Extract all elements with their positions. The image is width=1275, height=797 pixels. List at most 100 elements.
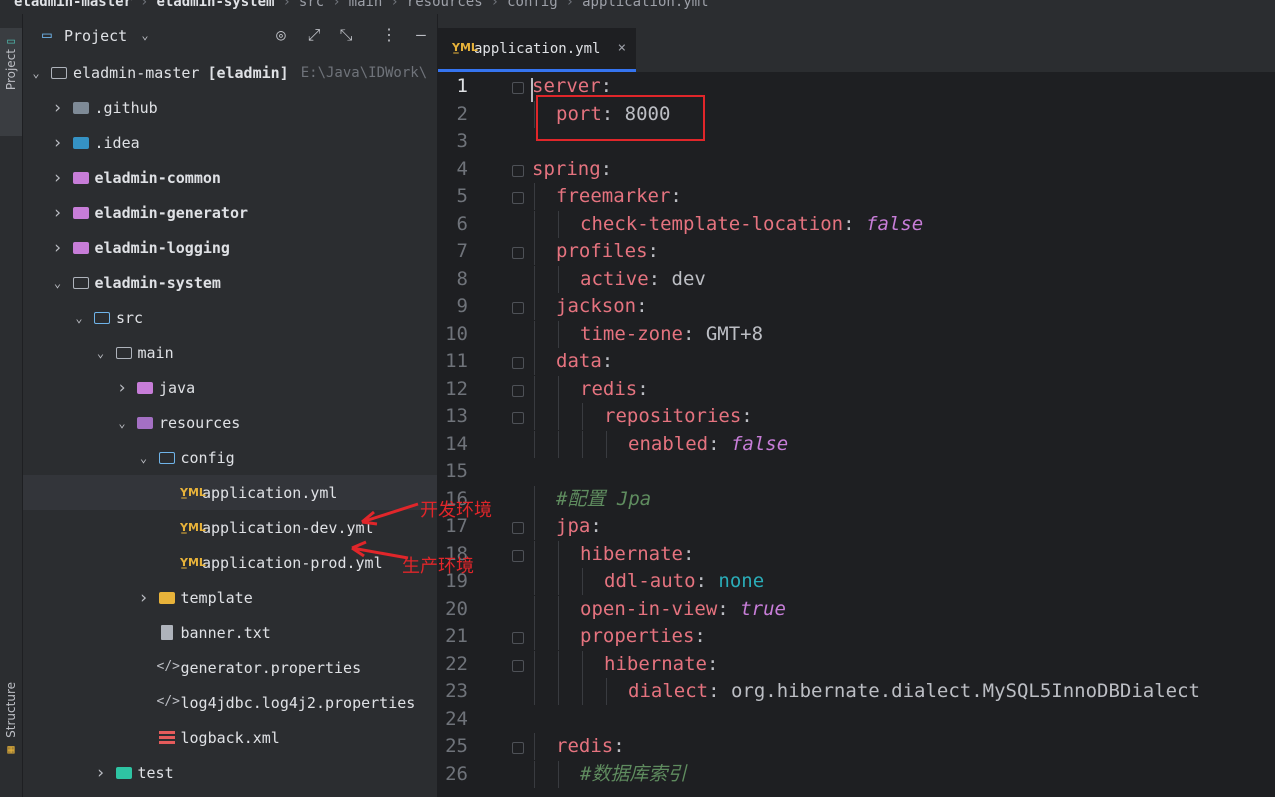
tree-item[interactable]: ⌄ resources [23, 405, 437, 440]
breadcrumb-item[interactable]: eladmin-system [156, 0, 274, 10]
tree-item[interactable]: › eladmin-generator [23, 195, 437, 230]
tree-item[interactable]: Y̲ML application-dev.yml [23, 510, 437, 545]
indent-guide [534, 403, 535, 430]
locate-file-icon[interactable]: ◎ [271, 25, 291, 45]
breadcrumb-item[interactable]: eladmin-master [14, 0, 132, 10]
text-caret [531, 78, 533, 102]
yaml-entry: data: [556, 348, 613, 375]
project-panel-title[interactable]: Project [64, 27, 127, 45]
fold-marker-icon[interactable] [512, 247, 524, 259]
project-name-label: [eladmin] [207, 63, 289, 82]
chevron-right-icon[interactable]: › [137, 588, 151, 608]
breadcrumb-separator-icon: › [390, 0, 399, 10]
fold-marker-icon[interactable] [512, 632, 524, 644]
fold-marker-icon[interactable] [512, 549, 524, 562]
fold-marker-icon[interactable] [512, 82, 524, 94]
editor-tab-application-yml[interactable]: Y̲ML application.yml × [438, 28, 636, 72]
xml-file-icon [158, 730, 177, 745]
hide-panel-icon[interactable]: — [411, 25, 431, 45]
tree-item[interactable]: banner.txt [23, 615, 437, 650]
chevron-down-icon[interactable]: ⌄ [29, 66, 43, 80]
fold-marker-icon[interactable] [512, 659, 524, 672]
tree-item[interactable]: › .idea [23, 125, 437, 160]
tree-item[interactable]: › .github [23, 90, 437, 125]
tree-item[interactable]: </> generator.properties [23, 650, 437, 685]
line-number: 7 [456, 240, 468, 262]
chevron-right-icon[interactable]: › [51, 98, 65, 118]
tree-item[interactable]: </> log4jdbc.log4j2.properties [23, 685, 437, 720]
code-line: 21 properties: [438, 623, 1275, 650]
chevron-right-icon[interactable]: › [94, 763, 108, 783]
yaml-colon: : [695, 570, 707, 592]
structure-tool-tab[interactable]: Structure ▦ [0, 682, 22, 782]
tree-item[interactable]: › template [23, 580, 437, 615]
indent-guide [558, 568, 559, 595]
tree-item[interactable]: logback.xml [23, 720, 437, 755]
tool-window-strip: ▭ Project Structure ▦ [0, 14, 23, 797]
tree-item-label: eladmin-system [94, 273, 221, 292]
more-options-icon[interactable]: ⋮ [379, 25, 399, 45]
line-number: 14 [445, 432, 468, 455]
fold-marker-icon[interactable] [512, 302, 524, 314]
chevron-right-icon[interactable]: › [51, 133, 65, 153]
indent-guide [534, 430, 535, 458]
chevron-down-icon[interactable]: ⌄ [115, 416, 129, 430]
indent-guide [582, 568, 583, 595]
code-line: 12 redis: [438, 375, 1275, 403]
expand-all-icon[interactable]: ⤢ [304, 25, 324, 45]
fold-marker-icon[interactable] [512, 384, 524, 397]
breadcrumb-item[interactable]: config [507, 0, 558, 10]
properties-file-icon: </> [156, 694, 180, 709]
breadcrumb-separator-icon: › [565, 0, 575, 10]
indent-guide [534, 678, 535, 705]
tree-item-label: eladmin-master [73, 63, 200, 82]
fold-marker-icon[interactable] [512, 522, 524, 534]
breadcrumb-item[interactable]: src [299, 0, 324, 10]
chevron-right-icon[interactable]: › [51, 238, 65, 258]
tree-item[interactable]: Y̲ML application-prod.yml [23, 545, 437, 580]
tree-item[interactable]: ⌄ src [23, 300, 437, 335]
yaml-colon: : [741, 405, 753, 427]
tree-item[interactable]: › java [23, 370, 437, 405]
breadcrumb-item[interactable]: main [349, 0, 383, 10]
tree-item[interactable]: › eladmin-common [23, 160, 437, 195]
breadcrumb-item[interactable]: application.yml [582, 0, 708, 10]
yaml-entry: ddl-auto: none [604, 568, 764, 595]
tree-item[interactable]: ⌄ eladmin-system [23, 265, 437, 300]
chevron-down-icon[interactable]: ⌄ [137, 451, 151, 465]
tree-item[interactable]: ⌄ config [23, 440, 437, 475]
tree-item[interactable]: ⌄ eladmin-master [eladmin] E:\Java\IDWork\ [23, 55, 437, 90]
yaml-value: true [740, 597, 786, 620]
indent-guide [606, 678, 607, 705]
chevron-down-icon[interactable]: ⌄ [135, 25, 155, 45]
code-line: 4 spring: [438, 156, 1275, 183]
fold-marker-icon[interactable] [512, 742, 524, 754]
close-icon[interactable]: × [618, 40, 626, 56]
chevron-right-icon[interactable]: › [51, 168, 65, 188]
chevron-down-icon[interactable]: ⌄ [72, 311, 86, 325]
chevron-down-icon[interactable]: ⌄ [94, 346, 108, 360]
indent-guide [534, 265, 535, 293]
tree-item-label: eladmin-logging [94, 238, 230, 257]
tree-item-label: resources [159, 413, 241, 432]
yaml-colon: : [636, 295, 648, 317]
fold-marker-icon[interactable] [512, 357, 524, 369]
source-folder-icon [94, 310, 112, 325]
breadcrumb-item[interactable]: resources [407, 0, 483, 10]
fold-marker-icon[interactable] [512, 164, 524, 177]
chevron-right-icon[interactable]: › [115, 378, 129, 398]
code-line: 17 jpa: [438, 513, 1275, 540]
chevron-down-icon[interactable]: ⌄ [51, 276, 65, 290]
tree-item[interactable]: › test [23, 755, 437, 790]
tree-item[interactable]: Y̲ML application.yml [23, 475, 437, 510]
project-tool-tab[interactable]: ▭ Project [0, 28, 22, 136]
tree-item[interactable]: ⌄ main [23, 335, 437, 370]
yaml-colon: : [706, 652, 719, 675]
tree-item[interactable]: › eladmin-logging [23, 230, 437, 265]
fold-marker-icon[interactable] [512, 412, 524, 424]
collapse-all-icon[interactable]: ⤡ [336, 25, 356, 45]
fold-marker-icon[interactable] [512, 192, 524, 204]
chevron-right-icon[interactable]: › [51, 203, 65, 223]
line-number: 5 [456, 185, 468, 207]
